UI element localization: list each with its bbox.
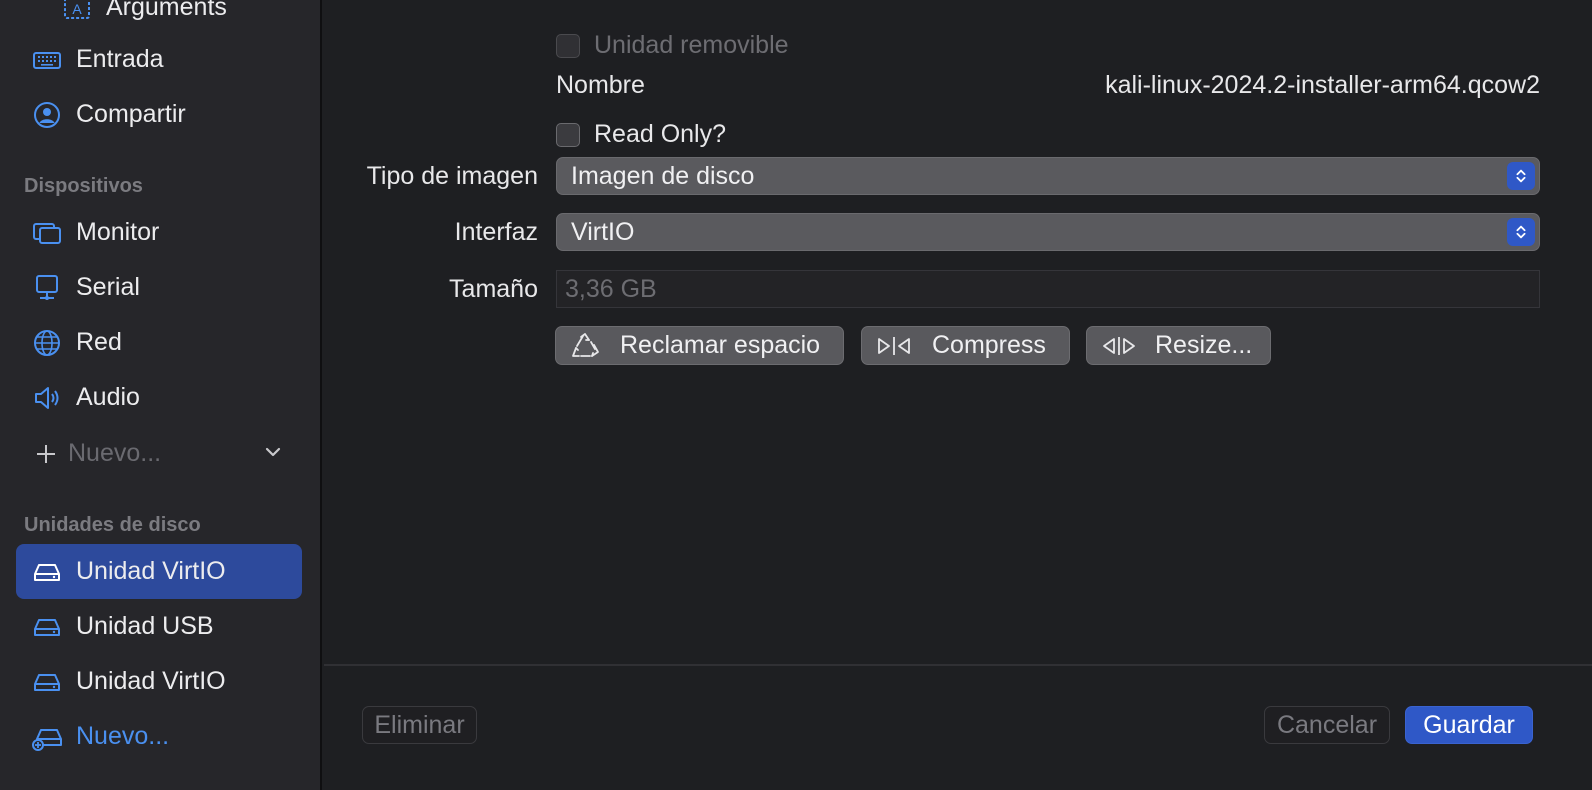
sidebar-item-label: Serial [76,273,140,301]
drive-icon [32,667,62,697]
size-field: 3,36 GB [556,270,1540,308]
compress-icon [878,336,910,355]
new-drive-label: Nuevo... [76,722,170,750]
sidebar-item-monitor[interactable]: Monitor [16,205,302,260]
new-device-popup[interactable]: Nuevo... [16,426,302,481]
recycle-icon [572,332,599,357]
save-label: Guardar [1423,710,1515,739]
drive-add-icon [32,722,62,752]
terminal-display-icon [32,273,62,303]
globe-icon [32,328,62,358]
sidebar-item-arguments[interactable]: A Arguments [16,0,302,35]
text-field-icon: A [62,0,92,23]
size-value: 3,36 GB [565,274,657,303]
sidebar-item-label: Entrada [76,45,164,73]
sidebar-item-red[interactable]: Red [16,315,302,370]
up-down-chevron-icon [1507,218,1535,246]
removable-drive-label: Unidad removible [594,31,789,59]
section-header-unidades: Unidades de disco [24,514,201,536]
up-down-chevron-icon [1507,162,1535,190]
drive-icon [32,612,62,642]
sidebar-item-unidad-virtio-2[interactable]: Unidad VirtIO [16,654,302,709]
delete-label: Eliminar [374,710,465,739]
cancel-label: Cancelar [1276,710,1378,739]
resize-label: Resize... [1155,331,1253,359]
interface-select[interactable]: VirtIO [556,213,1540,251]
sidebar: A Arguments Entrada Compartir Dispositiv… [0,0,322,790]
compress-label: Compress [932,331,1046,359]
checkbox-box[interactable] [556,122,580,147]
cancel-button[interactable]: Cancelar [1264,706,1390,744]
sidebar-item-label: Red [76,328,122,356]
resize-button[interactable]: Resize... [1086,326,1271,365]
checkbox-box[interactable] [556,33,580,58]
display-icon [32,218,62,248]
save-button[interactable]: Guardar [1405,706,1533,744]
image-type-select[interactable]: Imagen de disco [556,157,1540,195]
image-type-value: Imagen de disco [571,161,755,190]
sidebar-item-serial[interactable]: Serial [16,260,302,315]
read-only-label: Read Only? [594,120,727,148]
plus-icon [34,439,58,469]
compress-button[interactable]: Compress [861,326,1070,365]
drive-icon [32,557,62,587]
sidebar-item-label: Unidad VirtIO [76,667,226,695]
sidebar-item-audio[interactable]: Audio [16,370,302,425]
drive-settings-pane: Unidad removible Nombre kali-linux-2024.… [324,0,1592,790]
sidebar-item-label: Compartir [76,100,186,128]
sidebar-item-compartir[interactable]: Compartir [16,87,302,142]
new-drive-button[interactable]: Nuevo... [16,709,302,764]
name-value: kali-linux-2024.2-installer-arm64.qcow2 [1105,71,1540,99]
reclaim-space-label: Reclamar espacio [620,331,821,359]
sidebar-item-unidad-usb[interactable]: Unidad USB [16,599,302,654]
size-label: Tamaño [449,275,538,303]
removable-drive-checkbox[interactable]: Unidad removible [556,31,789,60]
new-device-label: Nuevo... [68,439,162,467]
reclaim-space-button[interactable]: Reclamar espacio [555,326,844,365]
section-header-dispositivos: Dispositivos [24,175,143,197]
name-label: Nombre [556,71,645,99]
sidebar-item-label: Unidad USB [76,612,214,640]
speaker-icon [32,383,62,413]
sidebar-item-label: Unidad VirtIO [76,557,226,585]
svg-text:A: A [72,1,82,17]
interface-value: VirtIO [571,217,635,246]
resize-icon [1103,336,1135,355]
sidebar-item-entrada[interactable]: Entrada [16,32,302,87]
image-type-label: Tipo de imagen [366,162,538,190]
sidebar-item-label: Monitor [76,218,160,246]
chevron-down-icon [265,447,281,457]
sidebar-item-label: Audio [76,383,140,411]
person-circle-icon [32,100,62,130]
interface-label: Interfaz [454,218,538,246]
sidebar-item-unidad-virtio-1[interactable]: Unidad VirtIO [16,544,302,599]
keyboard-icon [32,45,62,75]
sidebar-item-label: Arguments [106,0,227,21]
read-only-checkbox[interactable]: Read Only? [556,120,726,149]
delete-button[interactable]: Eliminar [362,706,477,744]
footer-divider [324,664,1592,666]
